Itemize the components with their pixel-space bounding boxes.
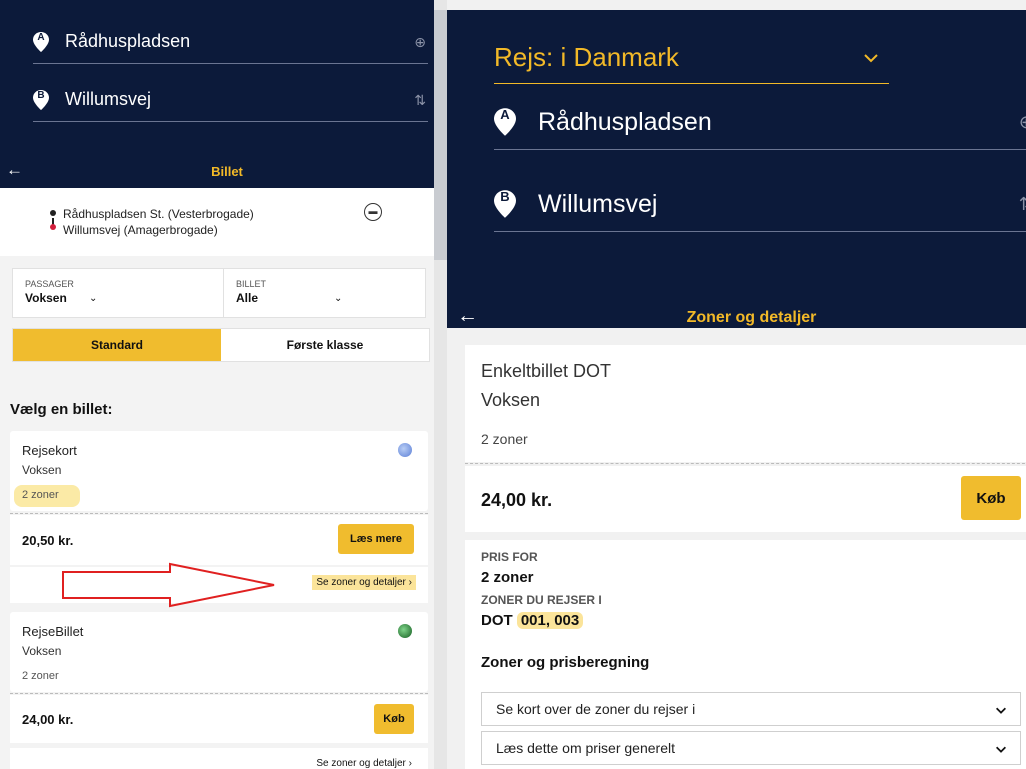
ticket-name: Rejsekort xyxy=(22,443,77,458)
page-title: Billet xyxy=(211,164,243,179)
accordion-label: Læs dette om priser generelt xyxy=(496,740,675,756)
price: 20,50 kr. xyxy=(22,533,74,548)
section-heading: Zoner og prisberegning xyxy=(481,654,650,671)
locate-icon[interactable]: ⊕ xyxy=(1019,112,1026,133)
divider xyxy=(10,693,428,694)
origin-stop: Rådhuspladsen St. (Vesterbrogade) xyxy=(63,207,254,221)
passenger-value: Voksen xyxy=(25,291,67,305)
panel-separator-shadow xyxy=(434,10,447,260)
ticket-zones: 2 zoner xyxy=(22,489,59,501)
page-title: Zoner og detaljer xyxy=(686,309,817,326)
passenger-select[interactable]: PASSAGER Voksen ⌄ xyxy=(13,269,223,317)
chevron-down-icon xyxy=(864,54,878,63)
composite-screenshot: A Rådhuspladsen ⊕ B Willumsvej ⇅ ← Bille… xyxy=(0,0,1026,769)
from-value: Rådhuspladsen xyxy=(65,31,191,51)
ticket-card-rejsebillet[interactable]: RejseBillet Voksen 2 zoner xyxy=(10,612,428,692)
zone-details: PRIS FOR 2 zoner ZONER DU REJSER I DOT 0… xyxy=(465,540,1026,769)
destination-stop: Willumsvej (Amagerbrogade) xyxy=(63,223,218,237)
price: 24,00 kr. xyxy=(481,490,553,510)
section-heading: Vælg en billet: xyxy=(10,401,113,418)
pin-a-letter: A xyxy=(500,107,510,122)
tab-first-class[interactable]: Første klasse xyxy=(221,329,429,361)
accordion-price-info[interactable]: Læs dette om priser generelt xyxy=(481,731,1021,765)
accordion-zone-map[interactable]: Se kort over de zoner du rejser i xyxy=(481,692,1021,726)
swap-icon[interactable]: ⇅ xyxy=(414,92,426,109)
zones-details-link[interactable]: Se zoner og detaljer › xyxy=(312,575,416,590)
pin-b-letter: B xyxy=(37,90,45,101)
red-arrow-annotation xyxy=(62,562,275,608)
price: 24,00 kr. xyxy=(22,712,74,727)
locate-icon[interactable]: ⊕ xyxy=(414,34,426,51)
ticket-type: Voksen xyxy=(481,390,541,410)
rejsekort-icon xyxy=(398,443,412,457)
class-tabs: Standard Første klasse xyxy=(12,328,430,362)
left-header: A Rådhuspladsen ⊕ B Willumsvej ⇅ ← Bille… xyxy=(0,0,434,188)
chevron-down-icon: ⌄ xyxy=(89,293,98,304)
price-row: 24,00 kr. Køb xyxy=(465,466,1026,532)
to-field[interactable]: B Willumsvej ⇅ xyxy=(494,186,1026,232)
chevron-down-icon xyxy=(996,707,1006,714)
filter-row: PASSAGER Voksen ⌄ BILLET Alle ⌄ xyxy=(12,268,426,318)
ticket-name: Enkeltbillet DOT xyxy=(481,361,612,381)
ticket-name: RejseBillet xyxy=(22,624,84,639)
divider xyxy=(10,513,428,514)
chevron-down-icon: ⌄ xyxy=(334,293,343,304)
ticket-value: Alle xyxy=(236,291,259,305)
right-header: Rejs: i Danmark A Rådhuspladsen ⊕ B Will… xyxy=(447,10,1026,328)
ticket-zones: 2 zoner xyxy=(22,670,59,682)
ticket-zones: 2 zoner xyxy=(481,431,528,447)
swap-icon[interactable]: ⇅ xyxy=(1019,194,1026,215)
ticket-select[interactable]: BILLET Alle ⌄ xyxy=(224,269,426,317)
ticket-summary-card: Enkeltbillet DOT Voksen 2 zoner xyxy=(465,345,1026,462)
zones-caption: ZONER DU REJSER I xyxy=(481,593,602,607)
region-value: Rejs: i Danmark xyxy=(494,42,679,72)
buy-button[interactable]: Køb xyxy=(961,476,1021,520)
pin-a-letter: A xyxy=(37,32,45,43)
details-link-row: Se zoner og detaljer › xyxy=(10,748,428,769)
to-value: Willumsvej xyxy=(65,89,152,109)
region-select[interactable]: Rejs: i Danmark xyxy=(494,42,889,84)
from-field[interactable]: A Rådhuspladsen ⊕ xyxy=(33,30,428,64)
rejsebillet-icon xyxy=(398,624,412,638)
ticket-caption: BILLET xyxy=(236,279,267,289)
from-field[interactable]: A Rådhuspladsen ⊕ xyxy=(494,104,1026,150)
zones-prefix: DOT xyxy=(481,612,513,629)
ticket-type: Voksen xyxy=(22,463,62,477)
buy-button[interactable]: Køb xyxy=(374,704,414,734)
to-field[interactable]: B Willumsvej ⇅ xyxy=(33,88,428,122)
read-more-button[interactable]: Læs mere xyxy=(338,524,414,554)
zones-details-link[interactable]: Se zoner og detaljer › xyxy=(312,756,416,769)
price-for-caption: PRIS FOR xyxy=(481,550,538,564)
price-row: 24,00 kr. Køb xyxy=(10,695,428,743)
accordion-label: Se kort over de zoner du rejser i xyxy=(496,701,696,717)
chevron-down-icon xyxy=(996,746,1006,753)
price-row: 20,50 kr. Læs mere xyxy=(10,515,428,565)
price-for-value: 2 zoner xyxy=(481,569,534,586)
right-panel-zone-details: Rejs: i Danmark A Rådhuspladsen ⊕ B Will… xyxy=(447,0,1026,769)
zones-numbers: 001, 003 xyxy=(516,612,584,629)
divider xyxy=(465,463,1026,464)
origin-dot-icon xyxy=(50,210,56,216)
from-value: Rådhuspladsen xyxy=(538,108,712,136)
trip-summary: Rådhuspladsen St. (Vesterbrogade) Willum… xyxy=(0,188,434,256)
zones-value: DOT 001, 003 xyxy=(481,612,584,629)
destination-dot-icon xyxy=(50,224,56,230)
ticket-card-rejsekort[interactable]: Rejsekort Voksen 2 zoner xyxy=(10,431,428,511)
ticket-type: Voksen xyxy=(22,644,62,658)
left-panel-ticket-list: A Rådhuspladsen ⊕ B Willumsvej ⇅ ← Bille… xyxy=(0,0,434,769)
passenger-caption: PASSAGER xyxy=(25,279,74,289)
tab-standard[interactable]: Standard xyxy=(13,329,221,361)
pin-b-letter: B xyxy=(500,189,510,204)
bus-icon: ▬ xyxy=(364,203,382,221)
to-value: Willumsvej xyxy=(538,190,658,218)
